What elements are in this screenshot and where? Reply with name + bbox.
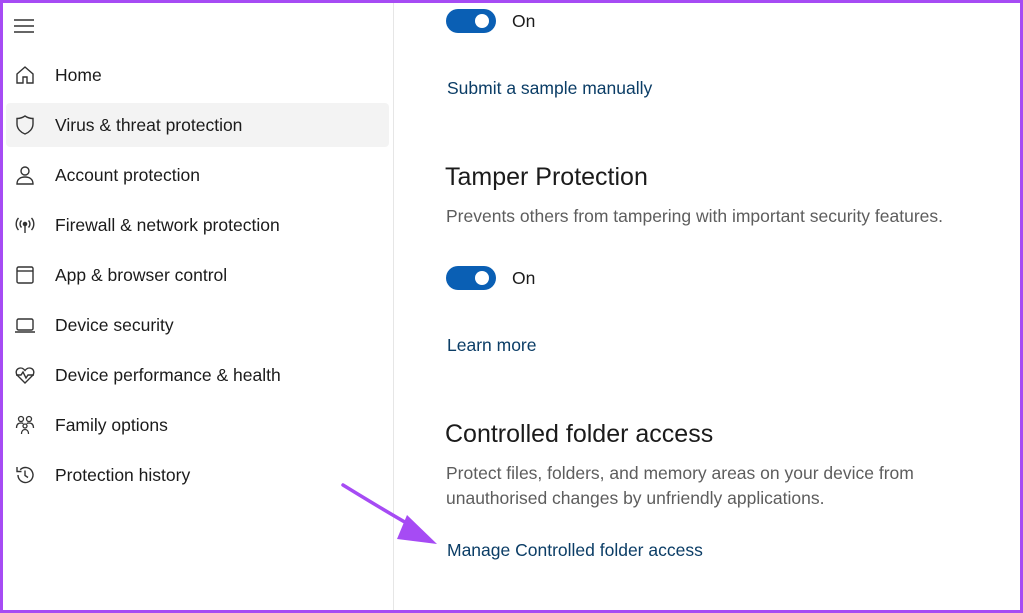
- sidebar-item-label: Account protection: [55, 164, 200, 185]
- tamper-protection-toggle[interactable]: [446, 266, 496, 290]
- main-content: On Submit a sample manually Tamper Prote…: [395, 3, 1020, 610]
- sidebar-item-virus-threat-protection[interactable]: Virus & threat protection: [6, 103, 389, 147]
- history-icon: [14, 464, 36, 486]
- sidebar-item-firewall[interactable]: Firewall & network protection: [6, 203, 389, 247]
- sidebar-item-device-security[interactable]: Device security: [6, 303, 389, 347]
- submit-sample-link[interactable]: Submit a sample manually: [447, 78, 652, 99]
- sidebar-item-label: Home: [55, 64, 102, 85]
- cloud-protection-toggle[interactable]: [446, 9, 496, 33]
- sidebar-item-label: Family options: [55, 414, 168, 435]
- sidebar-item-home[interactable]: Home: [6, 53, 389, 97]
- sidebar-item-family-options[interactable]: Family options: [6, 403, 389, 447]
- hamburger-icon[interactable]: [14, 17, 36, 35]
- sidebar-item-label: Device security: [55, 314, 174, 335]
- sidebar: Home Virus & threat protection Account p…: [3, 3, 394, 610]
- toggle-state-label: On: [512, 10, 536, 31]
- toggle-state-label: On: [512, 267, 536, 288]
- laptop-icon: [14, 314, 36, 336]
- annotation-arrow-icon: [341, 483, 437, 544]
- controlled-folder-access-title: Controlled folder access: [445, 420, 714, 448]
- window-frame: Home Virus & threat protection Account p…: [0, 0, 1023, 613]
- shield-icon: [14, 114, 36, 136]
- app-window-icon: [14, 264, 36, 286]
- sidebar-item-protection-history[interactable]: Protection history: [6, 453, 389, 497]
- description-line: Protect files, folders, and memory areas…: [446, 463, 914, 483]
- wireless-icon: [14, 214, 36, 236]
- tamper-protection-toggle-row: On: [446, 266, 535, 290]
- toggle-knob: [475, 271, 489, 285]
- tamper-protection-description: Prevents others from tampering with impo…: [446, 206, 944, 226]
- sidebar-item-app-browser-control[interactable]: App & browser control: [6, 253, 389, 297]
- sidebar-item-label: App & browser control: [55, 264, 228, 285]
- sidebar-item-label: Firewall & network protection: [55, 214, 280, 235]
- home-icon: [14, 64, 36, 86]
- cloud-protection-toggle-row: On: [446, 9, 535, 33]
- person-icon: [14, 164, 36, 186]
- sidebar-item-account-protection[interactable]: Account protection: [6, 153, 389, 197]
- manage-controlled-folder-access-link[interactable]: Manage Controlled folder access: [447, 540, 703, 561]
- controlled-folder-access-description: Protect files, folders, and memory areas…: [446, 461, 1006, 511]
- family-icon: [14, 414, 36, 436]
- sidebar-item-label: Device performance & health: [55, 364, 281, 385]
- tamper-protection-title: Tamper Protection: [445, 163, 648, 191]
- description-line: unauthorised changes by unfriendly appli…: [446, 488, 825, 508]
- heart-pulse-icon: [14, 364, 36, 386]
- toggle-knob: [475, 14, 489, 28]
- learn-more-link[interactable]: Learn more: [447, 335, 537, 356]
- sidebar-item-device-performance[interactable]: Device performance & health: [6, 353, 389, 397]
- sidebar-item-label: Protection history: [55, 464, 191, 485]
- sidebar-item-label: Virus & threat protection: [55, 114, 243, 135]
